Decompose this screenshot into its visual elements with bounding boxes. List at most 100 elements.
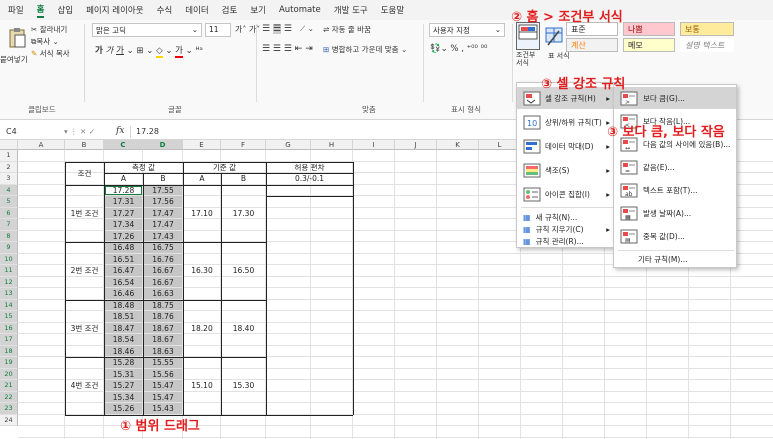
- column-header[interactable]: K: [437, 140, 479, 150]
- column-header[interactable]: I: [353, 140, 395, 150]
- style-explain[interactable]: 설명 텍스트: [680, 38, 734, 52]
- highlight-more-rules[interactable]: 기타 규칙(M)...: [638, 253, 687, 265]
- measured-a-value[interactable]: 17.31: [104, 196, 143, 208]
- measured-a-value[interactable]: 17.26: [104, 231, 143, 243]
- format-table-icon[interactable]: [544, 23, 564, 49]
- row-header[interactable]: 21: [0, 380, 18, 392]
- row-header[interactable]: 7: [0, 219, 18, 231]
- style-bad[interactable]: 나쁨: [623, 22, 675, 36]
- measured-b-value[interactable]: 18.67: [143, 334, 183, 346]
- cf-menu-item-3[interactable]: 색조(S) ▸: [517, 159, 615, 181]
- ref-b-value[interactable]: 18.40: [221, 300, 266, 358]
- row-header[interactable]: 9: [0, 242, 18, 254]
- measured-b-value[interactable]: 15.55: [143, 357, 183, 369]
- measured-b-value[interactable]: 18.67: [143, 323, 183, 335]
- measured-a-value[interactable]: 15.31: [104, 369, 143, 381]
- measured-b-value[interactable]: 17.47: [143, 219, 183, 231]
- cf-menu-item-1[interactable]: 10 상위/하위 규칙(T) ▸: [517, 111, 615, 133]
- measured-b-value[interactable]: 15.43: [143, 403, 183, 415]
- condition-name[interactable]: 4번 조건: [65, 357, 104, 415]
- wrap-text-button[interactable]: ⇌ 자동 줄 바꿈: [323, 24, 371, 35]
- condition-name[interactable]: 1번 조건: [65, 185, 104, 243]
- ref-a-value[interactable]: 15.10: [183, 357, 221, 415]
- tab-1[interactable]: 홈: [36, 3, 45, 18]
- highlight-item-6[interactable]: ▤ 중복 값(D)...: [614, 225, 736, 247]
- cf-menu-new-rule[interactable]: ▦ 새 규칙(N)...: [517, 211, 615, 223]
- column-header[interactable]: C: [104, 140, 143, 150]
- ref-b-value[interactable]: 17.30: [221, 185, 266, 243]
- tab-0[interactable]: 파일: [8, 4, 24, 16]
- measured-b-value[interactable]: 18.75: [143, 300, 183, 312]
- row-header[interactable]: 17: [0, 334, 18, 346]
- paste-button[interactable]: 붙여넣기: [0, 54, 28, 65]
- style-calc[interactable]: 계산: [566, 38, 618, 52]
- row-header[interactable]: 6: [0, 207, 18, 219]
- measured-a-value[interactable]: 18.54: [104, 334, 143, 346]
- measured-b-value[interactable]: 16.76: [143, 254, 183, 266]
- cut-button[interactable]: ✂ 잘라내기: [31, 24, 67, 35]
- row-header[interactable]: 18: [0, 345, 18, 357]
- name-box[interactable]: C4: [6, 127, 17, 136]
- font-size-select[interactable]: 11: [205, 23, 231, 37]
- measured-a-value[interactable]: 17.28: [104, 185, 143, 197]
- column-header[interactable]: D: [143, 140, 183, 150]
- orientation-button[interactable]: ⟋ ⌄: [300, 24, 314, 34]
- measured-b-value[interactable]: 16.75: [143, 242, 183, 254]
- measured-a-value[interactable]: 18.46: [104, 346, 143, 358]
- row-header[interactable]: 15: [0, 311, 18, 323]
- cf-menu-item-4[interactable]: 아이콘 집합(I) ▸: [517, 183, 615, 205]
- measured-a-value[interactable]: 16.48: [104, 242, 143, 254]
- column-header[interactable]: L: [479, 140, 521, 150]
- measured-a-value[interactable]: 16.51: [104, 254, 143, 266]
- column-header[interactable]: J: [395, 140, 437, 150]
- header-ref-a[interactable]: A: [183, 173, 221, 185]
- header-ref-b[interactable]: B: [221, 173, 266, 185]
- tab-2[interactable]: 삽입: [57, 4, 73, 16]
- measured-a-value[interactable]: 16.54: [104, 277, 143, 289]
- paste-icon[interactable]: [6, 26, 28, 50]
- row-header[interactable]: 14: [0, 299, 18, 311]
- ref-a-value[interactable]: 17.10: [183, 185, 221, 243]
- font-style-buttons[interactable]: 가 가 가 ⌄ ⊞ ⌄ ◇ ⌄ 가 ⌄ ᴴᵃ: [95, 44, 203, 58]
- row-header[interactable]: 4: [0, 184, 18, 196]
- row-header[interactable]: 16: [0, 322, 18, 334]
- style-good[interactable]: 보통: [680, 22, 734, 36]
- conditional-format-button[interactable]: [516, 22, 540, 50]
- condition-name[interactable]: 2번 조건: [65, 242, 104, 300]
- ref-a-value[interactable]: 16.30: [183, 242, 221, 300]
- ref-a-value[interactable]: 18.20: [183, 300, 221, 358]
- highlight-item-4[interactable]: ab 텍스트 포함(T)...: [614, 179, 736, 201]
- cf-menu-clear-rules[interactable]: ▦ 규칙 지우기(C) ▸: [517, 223, 615, 235]
- number-format-select[interactable]: 사용자 지정 ⌄: [429, 23, 505, 37]
- measured-b-value[interactable]: 16.67: [143, 265, 183, 277]
- row-header[interactable]: 1: [0, 150, 18, 162]
- measured-a-value[interactable]: 18.47: [104, 323, 143, 335]
- column-header[interactable]: F: [221, 140, 266, 150]
- measured-a-value[interactable]: 16.46: [104, 288, 143, 300]
- tab-8[interactable]: Automate: [279, 5, 321, 15]
- measured-a-value[interactable]: 17.27: [104, 208, 143, 220]
- fx-icon[interactable]: fx: [116, 126, 124, 136]
- merge-center-button[interactable]: ⊞ 병합하고 가운데 맞춤 ⌄: [323, 44, 407, 55]
- header-condition[interactable]: 조건: [65, 162, 104, 185]
- measured-b-value[interactable]: 18.63: [143, 346, 183, 358]
- font-name-select[interactable]: 맑은 고딕 ⌄: [92, 23, 202, 37]
- row-header[interactable]: 2: [0, 161, 18, 173]
- tolerance-value[interactable]: 0.3/-0.1: [266, 173, 353, 185]
- measured-b-value[interactable]: 15.56: [143, 369, 183, 381]
- row-header[interactable]: 12: [0, 276, 18, 288]
- column-header[interactable]: H: [311, 140, 353, 150]
- measured-b-value[interactable]: 17.47: [143, 208, 183, 220]
- measured-a-value[interactable]: 15.27: [104, 380, 143, 392]
- header-reference[interactable]: 기준 값: [183, 162, 266, 174]
- highlight-item-3[interactable]: = 같음(E)...: [614, 156, 736, 178]
- tab-9[interactable]: 개발 도구: [334, 4, 368, 16]
- column-header[interactable]: G: [266, 140, 311, 150]
- tab-6[interactable]: 검토: [222, 4, 238, 16]
- row-header[interactable]: 11: [0, 265, 18, 277]
- highlight-item-0[interactable]: > 보다 큼(G)...: [614, 87, 736, 109]
- row-header[interactable]: 19: [0, 357, 18, 369]
- row-header[interactable]: 20: [0, 368, 18, 380]
- cf-menu-manage-rules[interactable]: ▦ 규칙 관리(R)...: [517, 235, 615, 247]
- measured-b-value[interactable]: 17.56: [143, 196, 183, 208]
